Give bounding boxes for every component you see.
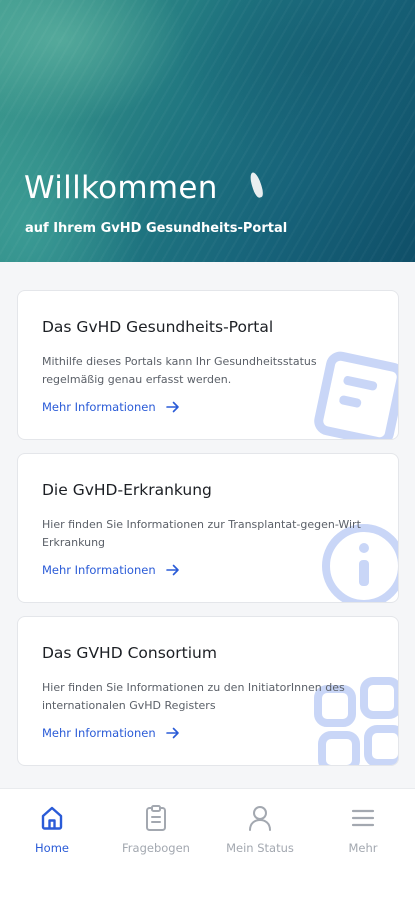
- card-disease[interactable]: Die GvHD-Erkrankung Hier finden Sie Info…: [17, 453, 399, 603]
- more-info-link[interactable]: Mehr Informationen: [42, 400, 180, 414]
- card-description: Mithilfe dieses Portals kann Ihr Gesundh…: [42, 355, 317, 386]
- tab-label: Fragebogen: [122, 841, 190, 855]
- clipboard-icon: [142, 803, 170, 833]
- tab-mein-status[interactable]: Mein Status: [208, 789, 312, 869]
- card-title: Das GvHD Gesundheits-Portal: [42, 318, 274, 336]
- tab-label: Mehr: [348, 841, 378, 855]
- more-info-label: Mehr Informationen: [42, 726, 156, 740]
- card-consortium[interactable]: Das GVHD Consortium Hier finden Sie Info…: [17, 616, 399, 766]
- bottom-tab-bar: Home Fragebogen Mein Status Mehr: [0, 788, 415, 900]
- page-title: Willkommen: [24, 170, 218, 206]
- arrow-right-icon: [165, 564, 179, 576]
- home-icon: [38, 803, 66, 833]
- more-info-label: Mehr Informationen: [42, 400, 156, 414]
- tab-fragebogen[interactable]: Fragebogen: [104, 789, 208, 869]
- card-description: Hier finden Sie Informationen zur Transp…: [42, 518, 361, 549]
- menu-icon: [349, 803, 377, 833]
- card-description: Hier finden Sie Informationen zu den Ini…: [42, 681, 345, 712]
- page-subtitle: auf Ihrem GvHD Gesundheits-Portal: [25, 221, 288, 236]
- card-title: Das GVHD Consortium: [42, 644, 217, 662]
- boat-image: [248, 171, 265, 199]
- card-title: Die GvHD-Erkrankung: [42, 481, 212, 499]
- person-icon: [246, 803, 274, 833]
- tab-label: Home: [35, 841, 69, 855]
- tab-home[interactable]: Home: [0, 789, 104, 869]
- more-info-link[interactable]: Mehr Informationen: [42, 726, 180, 740]
- hero-banner: Willkommen auf Ihrem GvHD Gesundheits-Po…: [0, 0, 415, 262]
- tab-label: Mein Status: [226, 841, 294, 855]
- arrow-right-icon: [165, 727, 179, 739]
- more-info-label: Mehr Informationen: [42, 563, 156, 577]
- card-portal[interactable]: Das GvHD Gesundheits-Portal Mithilfe die…: [17, 290, 399, 440]
- more-info-link[interactable]: Mehr Informationen: [42, 563, 180, 577]
- tab-mehr[interactable]: Mehr: [311, 789, 415, 869]
- arrow-right-icon: [165, 401, 179, 413]
